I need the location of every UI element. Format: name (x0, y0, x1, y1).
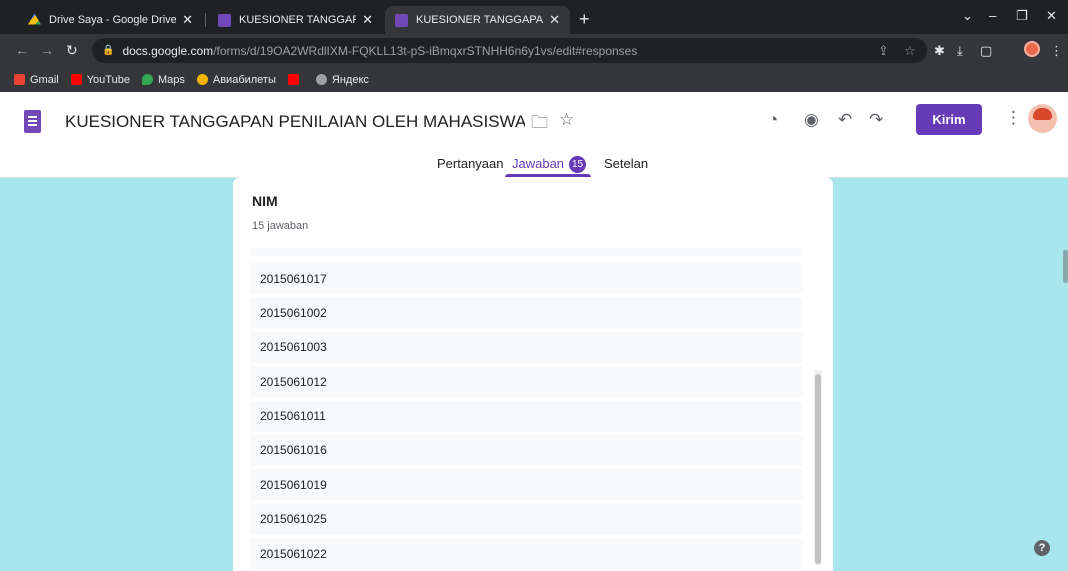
list-item: 2015061012 (250, 366, 802, 398)
browser-tab-form-1[interactable]: KUESIONER TANGGAPAN PENILA ✕ (208, 6, 383, 34)
youtube-icon (287, 74, 299, 85)
extensions-icon[interactable]: ✱ (934, 43, 945, 59)
side-panel-icon[interactable]: ▢ (980, 43, 992, 59)
list-item: 2015061003 (250, 331, 802, 363)
close-tab-icon[interactable]: ✕ (182, 12, 193, 28)
bookmark-yandex[interactable]: Яндекс (315, 73, 369, 86)
url-path: /forms/d/19OA2WRdlIXM-FQKLL13t-pS-iBmqxr… (213, 43, 638, 58)
forward-icon[interactable]: → (40, 42, 54, 58)
back-icon[interactable]: ← (15, 42, 29, 58)
star-icon[interactable]: ☆ (904, 43, 916, 59)
list-item (250, 248, 802, 256)
avatar[interactable] (1028, 104, 1057, 133)
download-icon[interactable]: ⤓ (957, 43, 963, 59)
new-tab-button[interactable]: + (579, 9, 590, 30)
browser-menu-icon[interactable]: ⋮ (1050, 43, 1063, 59)
tab-search-icon[interactable]: ⌄ (962, 8, 973, 24)
restore-icon[interactable]: ❐ (1016, 8, 1028, 24)
preview-eye-icon[interactable]: ◉ (804, 110, 819, 130)
browser-tab-form-2[interactable]: KUESIONER TANGGAPAN PENILA ✕ (385, 6, 570, 34)
google-forms-logo-icon[interactable] (24, 110, 41, 133)
close-tab-icon[interactable]: ✕ (549, 12, 560, 28)
tab-questions[interactable]: Pertanyaan (437, 156, 504, 171)
lock-icon: 🔒 (102, 45, 115, 56)
form-title[interactable]: KUESIONER TANGGAPAN PENILAIAN OLEH MAHAS… (65, 112, 525, 132)
youtube-icon (70, 74, 82, 85)
browser-toolbar: ← → ↻ 🔒 docs.google.com /forms/d/19OA2WR… (0, 34, 1068, 67)
bookmark-label: Gmail (30, 73, 59, 86)
address-bar[interactable]: 🔒 docs.google.com /forms/d/19OA2WRdlIXM-… (92, 38, 927, 63)
browser-tab-title: KUESIONER TANGGAPAN PENILA (416, 14, 544, 26)
browser-tab-strip: Drive Saya - Google Drive ✕ KUESIONER TA… (0, 0, 1068, 34)
close-tab-icon[interactable]: ✕ (362, 12, 373, 28)
palette-icon[interactable]: ◔ (768, 110, 778, 130)
reload-icon[interactable]: ↻ (66, 42, 78, 59)
forms-header: KUESIONER TANGGAPAN PENILAIAN OLEH MAHAS… (0, 92, 1068, 178)
yandex-icon (315, 74, 327, 85)
help-icon[interactable]: ? (1034, 540, 1050, 556)
bookmark-label: Maps (157, 73, 185, 86)
response-list-scrollbar-thumb[interactable] (815, 374, 821, 564)
browser-tab-title: Drive Saya - Google Drive (49, 14, 177, 26)
close-window-icon[interactable]: ✕ (1046, 8, 1057, 24)
bookmark-video[interactable] (287, 74, 304, 85)
google-forms-icon (218, 13, 231, 27)
maps-icon (141, 74, 153, 85)
response-list[interactable]: 2015061017 2015061002 2015061003 2015061… (250, 248, 802, 571)
tab-separator (205, 13, 206, 27)
send-button[interactable]: Kirim (916, 104, 982, 135)
bookmark-maps[interactable]: Maps (141, 73, 185, 86)
browser-tab-title: KUESIONER TANGGAPAN PENILA (239, 14, 357, 26)
bookmark-aviabilety[interactable]: Авиабилеты (196, 73, 276, 86)
star-icon[interactable]: ☆ (559, 110, 574, 130)
list-item: 2015061011 (250, 400, 802, 432)
url-host: docs.google.com (122, 43, 214, 58)
question-title: NIM (252, 193, 278, 209)
undo-icon[interactable]: ↶ (838, 110, 852, 130)
redo-icon[interactable]: ↷ (869, 110, 883, 130)
tab-responses[interactable]: Jawaban 15 (512, 156, 587, 173)
bookmark-label: Яндекс (331, 73, 369, 86)
tab-settings[interactable]: Setelan (604, 156, 648, 171)
minimize-icon[interactable]: – (989, 8, 996, 23)
page-scrollbar[interactable] (1063, 250, 1068, 283)
list-item: 2015061002 (250, 297, 802, 329)
aviasales-icon (196, 74, 208, 85)
response-count: 15 jawaban (252, 220, 309, 232)
gmail-icon (14, 74, 25, 85)
tab-responses-label: Jawaban (512, 156, 565, 171)
bookmark-label: YouTube (86, 73, 130, 86)
bookmark-gmail[interactable]: Gmail (14, 74, 59, 86)
list-item: 2015061019 (250, 469, 802, 501)
google-drive-icon (28, 13, 41, 25)
list-item: 2015061022 (250, 538, 802, 570)
google-forms-icon (395, 13, 408, 27)
question-summary-card: NIM 15 jawaban 2015061017 2015061002 201… (233, 177, 833, 571)
list-item: 2015061016 (250, 434, 802, 466)
bookmarks-bar: Gmail YouTube Maps Авиабилеты Яндекс (0, 67, 1068, 92)
responses-count-badge: 15 (569, 156, 587, 173)
bookmark-youtube[interactable]: YouTube (70, 73, 130, 86)
more-options-icon[interactable]: ⋮ (1005, 108, 1022, 128)
browser-profile-avatar[interactable] (1024, 41, 1040, 57)
bookmark-label: Авиабилеты (212, 73, 276, 86)
list-item: 2015061025 (250, 503, 802, 535)
list-item: 2015061017 (250, 263, 802, 294)
share-icon[interactable]: ⇪ (878, 43, 889, 59)
folder-icon[interactable]: 🗀 (531, 110, 548, 139)
browser-tab-drive[interactable]: Drive Saya - Google Drive ✕ (18, 6, 203, 34)
